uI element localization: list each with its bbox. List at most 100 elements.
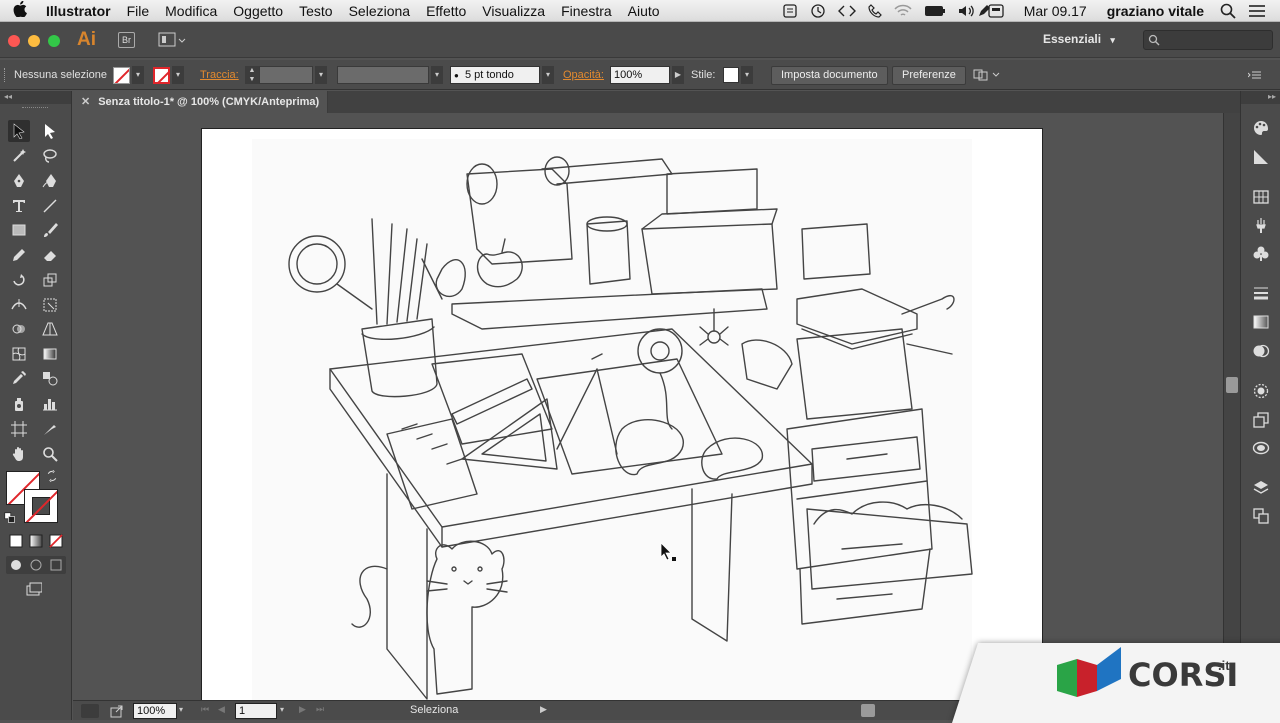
graphic-styles-panel-icon[interactable]: [1251, 410, 1271, 430]
battery-icon[interactable]: [918, 5, 952, 17]
workspace-switcher[interactable]: Essenziali ▾: [1043, 32, 1115, 46]
zoom-level-input[interactable]: 100%: [133, 703, 177, 719]
stroke-label[interactable]: Traccia:: [200, 60, 239, 90]
brush-definition-select[interactable]: ● 5 pt tondo ▾: [450, 60, 554, 90]
code-icon[interactable]: [832, 4, 862, 18]
menu-aiuto[interactable]: Aiuto: [620, 3, 668, 19]
tools-panel-grip[interactable]: [22, 107, 48, 109]
mesh-tool-icon[interactable]: [8, 343, 30, 365]
swap-fill-stroke-icon[interactable]: [45, 469, 59, 483]
hand-tool-icon[interactable]: [8, 443, 30, 465]
phone-icon[interactable]: [862, 4, 888, 18]
line-segment-tool-icon[interactable]: [39, 195, 61, 217]
graphic-style-swatch[interactable]: ▾: [723, 60, 753, 90]
menu-oggetto[interactable]: Oggetto: [225, 3, 291, 19]
share-document-icon[interactable]: [109, 703, 125, 722]
zoom-window-button[interactable]: [48, 35, 60, 47]
type-tool-icon[interactable]: [8, 195, 30, 217]
lasso-tool-icon[interactable]: [39, 145, 61, 167]
opacity-value[interactable]: 100%: [610, 66, 670, 84]
vertical-scrollbar[interactable]: [1223, 113, 1240, 700]
transparency-panel-icon[interactable]: [1251, 341, 1271, 361]
menu-visualizza[interactable]: Visualizza: [474, 3, 553, 19]
menu-effetto[interactable]: Effetto: [418, 3, 474, 19]
pen-tool-icon[interactable]: [8, 170, 30, 192]
artboard-number-input[interactable]: 1: [235, 703, 277, 719]
prev-artboard-icon[interactable]: ◀: [218, 704, 225, 715]
menu-testo[interactable]: Testo: [291, 3, 340, 19]
stroke-color-swatch[interactable]: [24, 489, 58, 523]
tools-panel-collapse-icon[interactable]: ◂◂: [0, 91, 71, 104]
draw-normal-icon[interactable]: [8, 557, 24, 573]
color-guide-panel-icon[interactable]: [1251, 147, 1271, 167]
opacity-input[interactable]: 100% ▶: [610, 60, 684, 90]
canvas-area[interactable]: [73, 113, 1223, 700]
pencil-icon[interactable]: [971, 4, 997, 18]
fill-swatch[interactable]: ▾: [113, 60, 144, 90]
zoom-dropdown-arrow[interactable]: ▾: [179, 705, 183, 714]
curvature-tool-icon[interactable]: [39, 170, 61, 192]
notification-center-icon[interactable]: [1242, 4, 1280, 18]
symbol-sprayer-tool-icon[interactable]: [8, 393, 30, 415]
zoom-tool-icon[interactable]: [39, 443, 61, 465]
none-mode-icon[interactable]: [48, 533, 64, 549]
artboard-tool-icon[interactable]: [8, 418, 30, 440]
eyedropper-tool-icon[interactable]: [8, 367, 30, 389]
width-tool-icon[interactable]: [8, 294, 30, 316]
select-similar-button[interactable]: [973, 60, 1001, 90]
menu-seleziona[interactable]: Seleziona: [341, 3, 419, 19]
draw-inside-icon[interactable]: [48, 557, 64, 573]
eraser-tool-icon[interactable]: [39, 244, 61, 266]
placed-sketch-image[interactable]: [202, 129, 1043, 700]
rotate-tool-icon[interactable]: [8, 269, 30, 291]
stroke-weight-stepper[interactable]: ▲ ▼ ▾: [245, 60, 327, 90]
draw-behind-icon[interactable]: [28, 557, 44, 573]
color-mode-icon[interactable]: [8, 533, 24, 549]
user-name[interactable]: graziano vitale: [1093, 3, 1210, 19]
opacity-label[interactable]: Opacità:: [563, 60, 604, 90]
cc-libraries-panel-icon[interactable]: [1251, 438, 1271, 458]
stroke-panel-icon[interactable]: [1251, 283, 1271, 303]
perspective-grid-tool-icon[interactable]: [39, 318, 61, 340]
direct-selection-tool-icon[interactable]: [39, 120, 61, 142]
help-search-input[interactable]: [1143, 30, 1273, 50]
spotlight-icon[interactable]: [1210, 3, 1242, 19]
artboard-dropdown-arrow[interactable]: ▾: [280, 705, 284, 714]
wifi-icon[interactable]: [888, 4, 918, 18]
pencil-tool-icon[interactable]: [8, 244, 30, 266]
rectangle-tool-icon[interactable]: [8, 219, 30, 241]
shape-builder-tool-icon[interactable]: [8, 318, 30, 340]
first-artboard-icon[interactable]: ⏮: [201, 704, 209, 715]
vertical-scroll-thumb[interactable]: [1226, 377, 1238, 393]
brushes-panel-icon[interactable]: [1251, 215, 1271, 235]
menu-finestra[interactable]: Finestra: [553, 3, 620, 19]
selection-tool-icon[interactable]: [8, 120, 30, 142]
artboard[interactable]: [201, 128, 1043, 700]
artboards-panel-icon[interactable]: [1251, 506, 1271, 526]
rotate-view-icon[interactable]: [81, 704, 99, 718]
paintbrush-tool-icon[interactable]: [39, 219, 61, 241]
next-artboard-icon[interactable]: ▶: [299, 704, 306, 715]
column-graph-tool-icon[interactable]: [39, 393, 61, 415]
bridge-button[interactable]: Br: [118, 32, 135, 48]
stroke-swatch[interactable]: ▾: [153, 60, 184, 90]
variable-width-profile[interactable]: ▾: [337, 60, 443, 90]
close-tab-icon[interactable]: ✕: [81, 96, 90, 108]
blend-tool-icon[interactable]: [39, 367, 61, 389]
time-machine-icon[interactable]: [804, 3, 832, 19]
control-bar-grip[interactable]: [4, 60, 8, 90]
notes-icon[interactable]: [776, 4, 804, 18]
slice-tool-icon[interactable]: [39, 418, 61, 440]
document-setup-button[interactable]: Imposta documento: [771, 60, 888, 90]
horizontal-scroll-thumb[interactable]: [861, 704, 875, 717]
gradient-tool-icon[interactable]: [39, 343, 61, 365]
status-menu-arrow[interactable]: ▶: [540, 704, 547, 715]
swatches-panel-icon[interactable]: [1251, 187, 1271, 207]
apple-icon[interactable]: [0, 0, 40, 21]
default-fill-stroke-icon[interactable]: [3, 511, 17, 525]
control-panel-menu-icon[interactable]: [1248, 60, 1262, 90]
menu-app-name[interactable]: Illustrator: [40, 3, 119, 19]
menu-modifica[interactable]: Modifica: [157, 3, 225, 19]
scale-tool-icon[interactable]: [39, 269, 61, 291]
last-artboard-icon[interactable]: ⏭: [316, 704, 324, 715]
